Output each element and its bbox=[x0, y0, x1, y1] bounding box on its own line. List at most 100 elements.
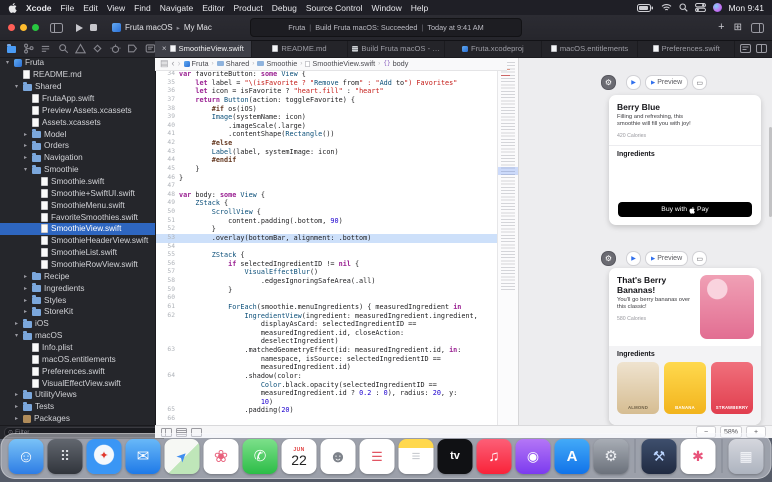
sidebar-item-assets-xcassets[interactable]: Assets.xcassets bbox=[0, 116, 155, 128]
zoom-button[interactable] bbox=[32, 24, 39, 31]
menu-item-view[interactable]: View bbox=[107, 3, 125, 13]
dock-photos[interactable]: ❀ bbox=[204, 439, 239, 474]
dock-system-preferences[interactable]: ⚙ bbox=[594, 439, 629, 474]
sidebar-item-smoothiemenu-swift[interactable]: SmoothieMenu.swift bbox=[0, 199, 155, 211]
tab-fruta-xcodeproj[interactable]: Fruta.xcodeproj bbox=[445, 40, 542, 57]
disclosure-icon[interactable]: ▸ bbox=[22, 285, 29, 292]
menu-item-edit[interactable]: Edit bbox=[83, 3, 98, 13]
sidebar-item-storekit[interactable]: ▸StoreKit bbox=[0, 306, 155, 318]
sidebar-item-navigation[interactable]: ▸Navigation bbox=[0, 152, 155, 164]
live-preview-button[interactable]: ▶ bbox=[626, 75, 641, 90]
menu-item-navigate[interactable]: Navigate bbox=[160, 3, 194, 13]
symbol-navigator-icon[interactable] bbox=[40, 43, 51, 54]
tab-preferences-swift[interactable]: Preferences.swift bbox=[638, 40, 735, 57]
menu-clock[interactable]: Mon 9:41 bbox=[729, 3, 764, 13]
preview-mode-pill[interactable]: ▶ Preview bbox=[645, 75, 688, 90]
dock-trash[interactable]: ▦ bbox=[729, 439, 764, 474]
menu-item-help[interactable]: Help bbox=[411, 3, 428, 13]
dock-sf-symbols[interactable]: ✱ bbox=[681, 439, 716, 474]
disclosure-icon[interactable]: ▸ bbox=[13, 391, 20, 398]
source-control-navigator-icon[interactable] bbox=[23, 43, 34, 54]
sidebar-item-visualeffectview-swift[interactable]: VisualEffectView.swift bbox=[0, 377, 155, 389]
sidebar-item-preferences-swift[interactable]: Preferences.swift bbox=[0, 365, 155, 377]
preview-mode-pill[interactable]: ▶ Preview bbox=[645, 251, 688, 266]
disclosure-icon[interactable]: ▸ bbox=[22, 154, 29, 161]
sidebar-item-smoothierowview-swift[interactable]: SmoothieRowView.swift bbox=[0, 259, 155, 271]
run-button[interactable] bbox=[76, 24, 83, 32]
split-editor-icon[interactable] bbox=[756, 44, 767, 53]
sidebar-item-favoritesmoothies-swift[interactable]: FavoriteSmoothies.swift bbox=[0, 211, 155, 223]
sidebar-item-macos-entitlements[interactable]: macOS.entitlements bbox=[0, 353, 155, 365]
sidebar-item-frutaapp-swift[interactable]: FrutaApp.swift bbox=[0, 93, 155, 105]
breadcrumb-fruta[interactable]: Fruta bbox=[184, 59, 209, 68]
disclosure-icon[interactable]: ▸ bbox=[13, 415, 20, 422]
sidebar-item-model[interactable]: ▸Model bbox=[0, 128, 155, 140]
related-items-icon[interactable]: ▤ bbox=[160, 59, 169, 68]
menu-item-window[interactable]: Window bbox=[372, 3, 402, 13]
close-button[interactable] bbox=[8, 24, 15, 31]
sidebar-item-shared[interactable]: ▾Shared bbox=[0, 81, 155, 93]
disclosure-icon[interactable]: ▸ bbox=[22, 273, 29, 280]
sidebar-item-info-plist[interactable]: Info.plist bbox=[0, 342, 155, 354]
dock-xcode[interactable]: ⚒ bbox=[642, 439, 677, 474]
breadcrumb-shared[interactable]: Shared bbox=[217, 59, 250, 68]
menu-item-file[interactable]: File bbox=[61, 3, 75, 13]
control-center-icon[interactable] bbox=[695, 3, 706, 12]
disclosure-icon[interactable]: ▸ bbox=[22, 142, 29, 149]
sidebar-item-utilityviews[interactable]: ▸UtilityViews bbox=[0, 389, 155, 401]
sidebar-item-smoothie-swift[interactable]: Smoothie.swift bbox=[0, 176, 155, 188]
wifi-icon[interactable] bbox=[661, 3, 672, 12]
breadcrumb-body[interactable]: {}body bbox=[383, 59, 408, 68]
sidebar-item-orders[interactable]: ▸Orders bbox=[0, 140, 155, 152]
battery-icon[interactable] bbox=[637, 4, 654, 12]
debug-navigator-icon[interactable] bbox=[110, 43, 121, 54]
apple-pay-button[interactable]: Buy with Pay bbox=[618, 202, 752, 217]
menu-item-source-control[interactable]: Source Control bbox=[306, 3, 363, 13]
menu-item-xcode[interactable]: Xcode bbox=[26, 3, 52, 13]
apple-menu[interactable] bbox=[8, 2, 17, 13]
ingredient-tile-banana[interactable]: BANANA bbox=[664, 362, 706, 414]
sidebar-item-smoothie[interactable]: ▾Smoothie bbox=[0, 164, 155, 176]
issue-navigator-icon[interactable] bbox=[75, 43, 86, 54]
dock-notes[interactable]: ≡ bbox=[399, 439, 434, 474]
add-icon[interactable]: + bbox=[718, 22, 724, 33]
dock-tv[interactable]: tv bbox=[438, 439, 473, 474]
tab-close-icon[interactable]: × bbox=[162, 44, 167, 53]
sidebar-item-smoothie-swiftui-swift[interactable]: Smoothie+SwiftUI.swift bbox=[0, 187, 155, 199]
preview-on-device-button[interactable]: ▭ bbox=[692, 251, 707, 266]
library-icon[interactable]: ⊞ bbox=[734, 23, 742, 33]
toggle-inspector-icon[interactable] bbox=[751, 23, 764, 33]
dock-finder[interactable]: ☺ bbox=[9, 439, 44, 474]
breadcrumb-smoothie[interactable]: Smoothie bbox=[257, 59, 297, 68]
search-icon[interactable] bbox=[679, 3, 688, 12]
disclosure-icon[interactable]: ▸ bbox=[22, 308, 29, 315]
dock-launchpad[interactable]: ⠿ bbox=[48, 439, 83, 474]
find-navigator-icon[interactable] bbox=[58, 43, 69, 54]
tab-macos-entitlements[interactable]: macOS.entitlements bbox=[542, 40, 639, 57]
disclosure-icon[interactable]: ▸ bbox=[13, 403, 20, 410]
dock-calendar[interactable]: JUN22 bbox=[282, 439, 317, 474]
ingredient-tile-almond[interactable]: ALMOND bbox=[617, 362, 659, 414]
breakpoint-navigator-icon[interactable] bbox=[127, 43, 138, 54]
sidebar-item-smoothielist-swift[interactable]: SmoothieList.swift bbox=[0, 247, 155, 259]
test-navigator-icon[interactable] bbox=[92, 43, 103, 54]
preview-on-device-button[interactable]: ▭ bbox=[692, 75, 707, 90]
sidebar-item-fruta[interactable]: ▾Fruta bbox=[0, 57, 155, 69]
sidebar-item-smoothieview-swift[interactable]: SmoothieView.swift bbox=[0, 223, 155, 235]
dock-maps[interactable]: ➤ bbox=[165, 439, 200, 474]
dock-music[interactable]: ♫ bbox=[477, 439, 512, 474]
preview-settings-button[interactable]: ⚙ bbox=[601, 75, 616, 90]
minimize-button[interactable] bbox=[20, 24, 27, 31]
dock-podcasts[interactable]: ◉ bbox=[516, 439, 551, 474]
sidebar-item-ios[interactable]: ▸iOS bbox=[0, 318, 155, 330]
tab-readme-md[interactable]: README.md bbox=[252, 40, 349, 57]
siri-icon[interactable] bbox=[713, 3, 722, 12]
menu-item-product[interactable]: Product bbox=[233, 3, 262, 13]
sidebar-item-macos[interactable]: ▾macOS bbox=[0, 330, 155, 342]
dock-app-store[interactable]: A bbox=[555, 439, 590, 474]
preview-settings-button[interactable]: ⚙ bbox=[601, 251, 616, 266]
menu-item-find[interactable]: Find bbox=[134, 3, 151, 13]
tab-smoothieview-swift[interactable]: ×SmoothieView.swift bbox=[155, 40, 252, 57]
sidebar-item-packages[interactable]: ▸Packages bbox=[0, 413, 155, 425]
forward-icon[interactable]: › bbox=[178, 59, 181, 68]
